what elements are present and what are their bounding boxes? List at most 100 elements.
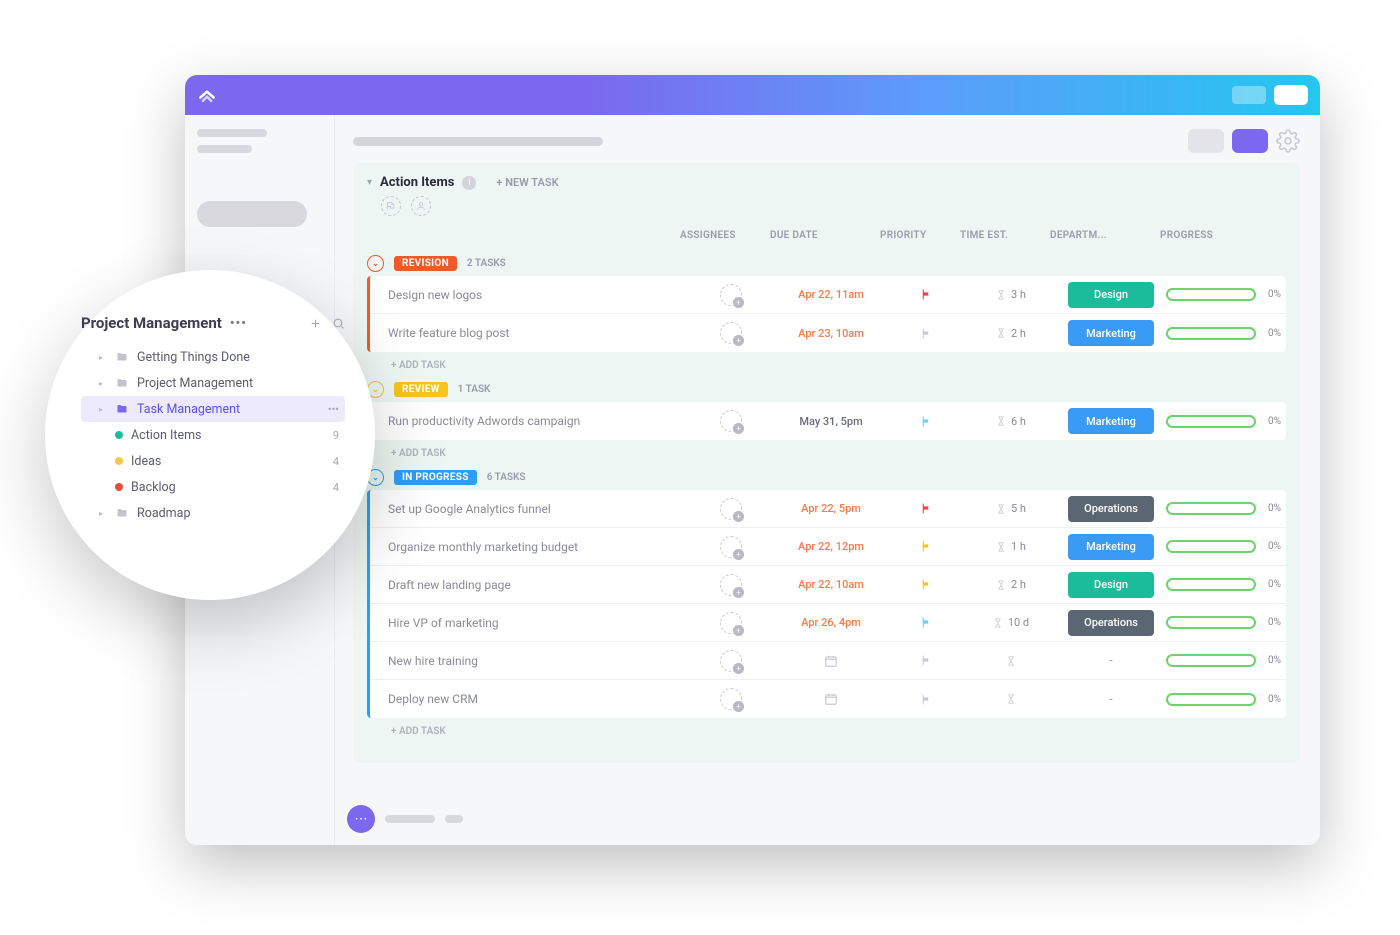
time-estimate[interactable]: 6 h [966,415,1056,428]
toolbar-chip-active[interactable] [1232,129,1268,153]
assignee-add-icon[interactable] [720,574,742,596]
due-date[interactable]: May 31, 5pm [799,415,862,428]
task-row[interactable]: Deploy new CRM - 0% [370,680,1286,718]
task-row[interactable]: Run productivity Adwords campaign May 31… [370,402,1286,440]
task-title[interactable]: New hire training [388,654,686,668]
due-date[interactable]: Apr 26, 4pm [801,616,861,629]
tree-folder[interactable]: ▸ Task Management ••• [81,396,345,422]
progress-cell[interactable]: 0% [1166,415,1286,428]
department-tag[interactable]: Marketing [1068,534,1154,560]
add-task-button[interactable]: + ADD TASK [367,352,1286,373]
assignee-add-icon[interactable] [720,498,742,520]
due-date[interactable]: Apr 22, 11am [798,288,864,301]
caret-down-icon[interactable]: ▾ [367,177,372,188]
flag-icon[interactable] [920,415,933,428]
more-icon[interactable]: ••• [230,316,247,331]
task-row[interactable]: Write feature blog post Apr 23, 10am 2 h… [370,314,1286,352]
more-icon[interactable]: ••• [328,403,339,416]
info-icon[interactable]: i [462,176,476,190]
task-row[interactable]: Hire VP of marketing Apr 26, 4pm 10 d Op… [370,604,1286,642]
due-date[interactable]: Apr 22, 10am [798,578,864,591]
time-estimate[interactable]: 5 h [966,502,1056,515]
task-row[interactable]: Design new logos Apr 22, 11am 3 h Design… [370,276,1286,314]
task-row[interactable]: Draft new landing page Apr 22, 10am 2 h … [370,566,1286,604]
tree-list[interactable]: Action Items 9 [81,422,345,448]
time-estimate[interactable] [966,655,1056,667]
time-estimate[interactable]: 10 d [966,616,1056,629]
progress-cell[interactable]: 0% [1166,616,1286,629]
tree-folder[interactable]: ▸ Project Management [81,370,345,396]
chat-icon[interactable]: ⋯ [347,805,375,833]
progress-cell[interactable]: 0% [1166,502,1286,515]
tree-folder[interactable]: ▸ Getting Things Done [81,344,345,370]
progress-cell[interactable]: 0% [1166,540,1286,553]
flag-icon[interactable] [920,540,933,553]
flag-icon[interactable] [920,578,933,591]
flag-icon[interactable] [920,654,933,667]
sidebar-search-skeleton[interactable] [197,201,307,227]
titlebar-chip-active[interactable] [1274,85,1308,105]
task-title[interactable]: Write feature blog post [388,326,686,340]
time-estimate[interactable]: 3 h [966,288,1056,301]
new-task-button[interactable]: + NEW TASK [496,176,558,189]
task-row[interactable]: New hire training - 0% [370,642,1286,680]
flag-icon[interactable] [920,288,933,301]
settings-icon[interactable] [1276,129,1300,153]
assignee-add-icon[interactable] [720,284,742,306]
task-title[interactable]: Run productivity Adwords campaign [388,414,686,428]
time-estimate[interactable]: 2 h [966,327,1056,340]
progress-cell[interactable]: 0% [1166,578,1286,591]
assignee-add-icon[interactable] [720,536,742,558]
assignee-add-icon[interactable] [720,688,742,710]
flag-icon[interactable] [920,616,933,629]
assignee-add-icon[interactable] [720,322,742,344]
status-pill[interactable]: REVIEW [394,382,448,397]
time-estimate[interactable]: 1 h [966,540,1056,553]
status-pill[interactable]: REVISION [394,256,457,271]
add-task-button[interactable]: + ADD TASK [367,718,1286,739]
department-tag[interactable]: - [1068,686,1154,712]
department-tag[interactable]: Marketing [1068,320,1154,346]
flag-icon[interactable] [920,693,933,706]
add-task-button[interactable]: + ADD TASK [367,440,1286,461]
assignee-add-icon[interactable] [720,410,742,432]
calendar-icon[interactable] [824,692,838,706]
titlebar-chip[interactable] [1232,86,1266,104]
time-estimate[interactable]: 2 h [966,578,1056,591]
task-title[interactable]: Design new logos [388,288,686,302]
progress-cell[interactable]: 0% [1166,654,1286,667]
plus-icon[interactable] [309,317,322,330]
department-tag[interactable]: Design [1068,282,1154,308]
task-row[interactable]: Organize monthly marketing budget Apr 22… [370,528,1286,566]
tree-list[interactable]: Backlog 4 [81,474,345,500]
task-row[interactable]: Set up Google Analytics funnel Apr 22, 5… [370,490,1286,528]
department-tag[interactable]: - [1068,648,1154,674]
tree-list[interactable]: Ideas 4 [81,448,345,474]
department-tag[interactable]: Operations [1068,610,1154,636]
time-estimate[interactable] [966,693,1056,705]
progress-cell[interactable]: 0% [1166,693,1286,706]
calendar-icon[interactable] [824,654,838,668]
status-pill[interactable]: IN PROGRESS [394,470,477,485]
search-icon[interactable] [332,317,345,330]
task-title[interactable]: Hire VP of marketing [388,616,686,630]
assignee-placeholder-icon[interactable] [411,196,431,216]
progress-cell[interactable]: 0% [1166,288,1286,301]
assignee-add-icon[interactable] [720,650,742,672]
department-tag[interactable]: Operations [1068,496,1154,522]
toolbar-chip[interactable] [1188,129,1224,153]
flag-placeholder-icon[interactable] [381,196,401,216]
task-title[interactable]: Draft new landing page [388,578,686,592]
collapse-toggle[interactable]: ⌄ [367,255,384,272]
progress-cell[interactable]: 0% [1166,327,1286,340]
task-title[interactable]: Set up Google Analytics funnel [388,502,686,516]
department-tag[interactable]: Design [1068,572,1154,598]
tree-folder[interactable]: ▸ Roadmap [81,500,345,526]
department-tag[interactable]: Marketing [1068,408,1154,434]
flag-icon[interactable] [920,502,933,515]
task-title[interactable]: Organize monthly marketing budget [388,540,686,554]
due-date[interactable]: Apr 23, 10am [798,327,864,340]
flag-icon[interactable] [920,327,933,340]
assignee-add-icon[interactable] [720,612,742,634]
task-title[interactable]: Deploy new CRM [388,692,686,706]
